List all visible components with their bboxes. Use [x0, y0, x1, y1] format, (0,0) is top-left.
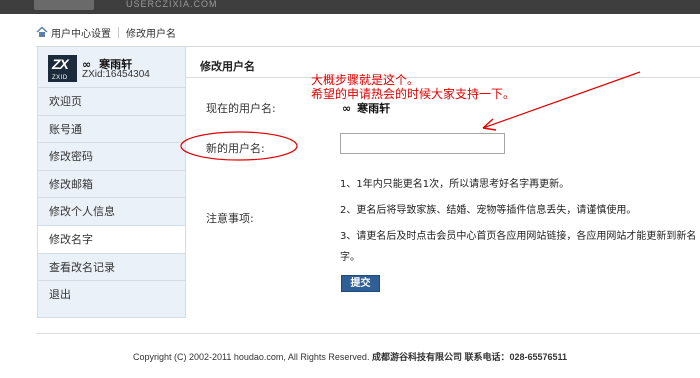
sidebar: ZX ZXID ∞ 寒雨轩 ZXid:16454304 欢迎页 账号通 修改密码 …	[37, 47, 186, 318]
page-title: 修改用户名	[200, 60, 255, 73]
sidebar-item-edit-profile[interactable]: 修改个人信息	[38, 198, 185, 226]
notes-label: 注意事项:	[206, 212, 254, 225]
site-logo-text: USERCZIXIA.COM	[126, 0, 218, 9]
note-item: 2、更名后将导致家族、结婚、宠物等插件信息丢失，请谨慎使用。	[340, 205, 637, 216]
avatar-text: ZX	[52, 56, 69, 72]
footer-company: 成都游谷科技有限公司 联系电话：028-65576511	[371, 352, 568, 362]
current-name-text: 寒雨轩	[357, 102, 391, 115]
sidebar-item-change-email[interactable]: 修改邮箱	[38, 171, 185, 199]
site-logo[interactable]	[34, 0, 94, 10]
annotation-text: 大概步骤就是这个。 希望的申请热会的时候大家支持一下。	[311, 73, 515, 101]
notes-list: 1、1年内只能更名1次，所以请思考好名字再更新。 2、更名后将导致家族、结婚、宠…	[340, 172, 700, 268]
sidebar-item-account[interactable]: 账号通	[38, 116, 185, 144]
new-name-label: 新的用户名:	[206, 142, 265, 155]
footer: Copyright (C) 2002-2011 houdao.com, All …	[0, 350, 700, 363]
note-item: 3、请更名后及时点击会员中心首页各应用网站链接，各应用网站才能更新到新名字。	[340, 231, 697, 263]
breadcrumb-divider	[118, 26, 119, 38]
sidebar-item-change-name[interactable]: 修改名字	[38, 225, 185, 254]
current-name-prefix: ∞	[342, 102, 352, 115]
current-name-value: ∞ 寒雨轩	[342, 100, 390, 116]
current-name-label: 现在的用户名:	[206, 102, 276, 115]
content-bottom-border	[36, 333, 700, 334]
home-icon	[36, 26, 48, 37]
avatar[interactable]: ZX ZXID	[48, 55, 77, 82]
sidebar-item-welcome[interactable]: 欢迎页	[38, 88, 185, 116]
submit-button[interactable]: 提交	[341, 275, 380, 292]
footer-copyright: Copyright (C) 2002-2011 houdao.com, All …	[132, 352, 372, 362]
top-header-bar: USERCZIXIA.COM	[0, 0, 700, 14]
profile-user-id: ZXid:16454304	[82, 69, 150, 80]
user-profile-card: ZX ZXID ∞ 寒雨轩 ZXid:16454304	[38, 47, 185, 88]
sidebar-item-change-password[interactable]: 修改密码	[38, 143, 185, 171]
sidebar-item-logout[interactable]: 退出	[38, 281, 185, 309]
breadcrumb: 用户中心设置 修改用户名	[36, 25, 176, 40]
breadcrumb-current: 修改用户名	[126, 28, 176, 40]
new-name-input[interactable]	[340, 133, 505, 154]
note-item: 1、1年内只能更名1次，所以请思考好名字再更新。	[340, 179, 570, 190]
breadcrumb-user-center[interactable]: 用户中心设置	[51, 25, 111, 40]
annotation-line: 大概步骤就是这个。	[311, 73, 420, 87]
sidebar-item-rename-history[interactable]: 查看改名记录	[38, 254, 185, 282]
annotation-line: 希望的申请热会的时候大家支持一下。	[311, 87, 516, 101]
avatar-subtext: ZXID	[52, 75, 68, 81]
